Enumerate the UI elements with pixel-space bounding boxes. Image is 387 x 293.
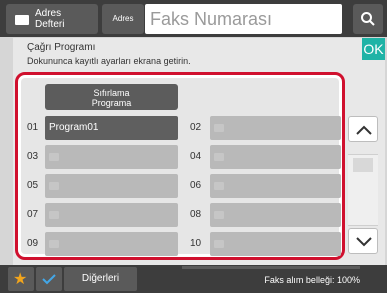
empty-slot-icon bbox=[49, 240, 59, 248]
empty-slot-icon bbox=[214, 182, 224, 190]
panel-subtitle: Dokununca kayıtlı ayarları ekrana getiri… bbox=[27, 56, 191, 66]
empty-slot-icon bbox=[49, 211, 59, 219]
program-slot-08[interactable] bbox=[210, 203, 341, 227]
program-slot-03[interactable] bbox=[45, 145, 178, 169]
reset-program-button[interactable]: Sıfırlama Programa bbox=[45, 84, 178, 110]
fax-memory-status: Faks alım belleği: 100% bbox=[182, 270, 360, 290]
program-number: 07 bbox=[27, 209, 39, 220]
empty-slot-icon bbox=[214, 211, 224, 219]
program-number: 05 bbox=[27, 180, 39, 191]
program-number: 10 bbox=[190, 238, 202, 249]
program-slot-05[interactable] bbox=[45, 174, 178, 198]
fax-memory-bar bbox=[182, 266, 360, 269]
search-icon bbox=[361, 12, 375, 26]
program-number: 09 bbox=[27, 238, 39, 249]
program-number: 06 bbox=[190, 180, 202, 191]
program-number: 01 bbox=[27, 122, 39, 133]
program-slot-01[interactable]: Program01 bbox=[45, 116, 178, 140]
fax-memory-value: 100% bbox=[336, 275, 360, 285]
chevron-up-icon bbox=[356, 125, 372, 135]
program-number: 02 bbox=[190, 122, 202, 133]
empty-slot-icon bbox=[214, 240, 224, 248]
search-button[interactable] bbox=[353, 4, 383, 34]
scroll-up-button[interactable] bbox=[348, 116, 378, 142]
program-number: 08 bbox=[190, 209, 202, 220]
program-slot-07[interactable] bbox=[45, 203, 178, 227]
star-icon: ★ bbox=[13, 271, 28, 288]
empty-slot-icon bbox=[49, 182, 59, 190]
chevron-down-icon bbox=[356, 237, 372, 247]
fax-number-input[interactable]: Faks Numarası bbox=[145, 4, 342, 34]
fax-memory-label: Faks alım belleği: bbox=[264, 275, 335, 285]
program-slot-09[interactable] bbox=[45, 232, 178, 256]
scrollbar-thumb[interactable] bbox=[353, 158, 373, 172]
program-number: 03 bbox=[27, 151, 39, 162]
empty-slot-icon bbox=[214, 153, 224, 161]
program-slot-10[interactable] bbox=[210, 232, 341, 256]
program-slot-04[interactable] bbox=[210, 145, 341, 169]
favorites-button[interactable]: ★ bbox=[8, 267, 34, 291]
program-number: 04 bbox=[190, 151, 202, 162]
empty-slot-icon bbox=[49, 153, 59, 161]
address-book-button[interactable]: Adres Defteri bbox=[6, 4, 98, 34]
address-button[interactable]: Adres bbox=[102, 4, 144, 34]
address-book-icon bbox=[15, 15, 29, 25]
others-button[interactable]: Diğerleri bbox=[64, 267, 137, 291]
program-slot-06[interactable] bbox=[210, 174, 341, 198]
check-button[interactable] bbox=[36, 267, 62, 291]
empty-slot-icon bbox=[214, 124, 224, 132]
address-book-label: Adres Defteri bbox=[35, 8, 65, 30]
ok-button[interactable]: OK bbox=[362, 38, 385, 60]
scroll-down-button[interactable] bbox=[348, 228, 378, 254]
program-slot-02[interactable] bbox=[210, 116, 341, 140]
checkmark-icon bbox=[42, 274, 56, 285]
panel-title: Çağrı Programı bbox=[27, 42, 96, 53]
